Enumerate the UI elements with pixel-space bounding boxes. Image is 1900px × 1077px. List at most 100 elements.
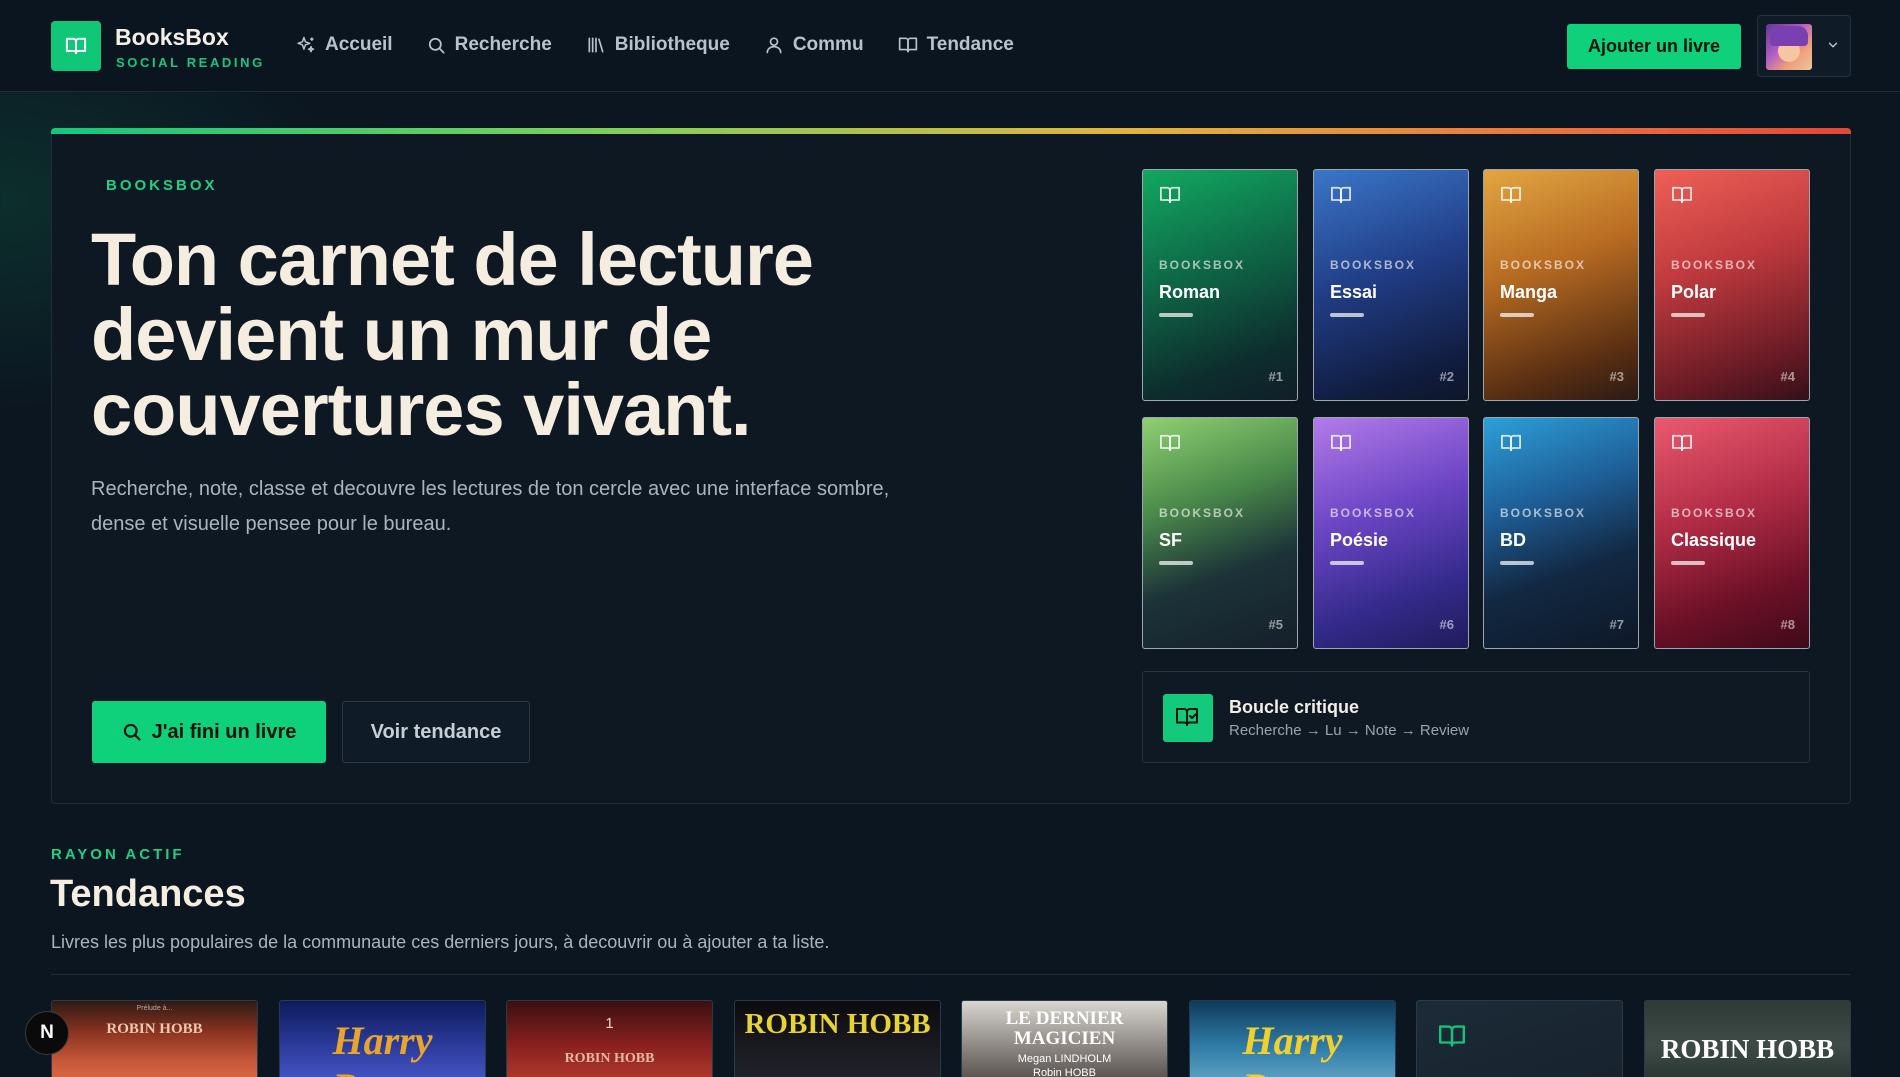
book-card[interactable]: Harry Potter [279, 1000, 486, 1077]
genre-card-manga[interactable]: BOOKSBOX Manga #3 [1483, 169, 1639, 401]
genre-bar [1330, 313, 1364, 317]
book-title: Harry Potter [332, 1018, 433, 1077]
user-icon [766, 37, 782, 54]
genre-number: #1 [1268, 369, 1283, 384]
book-open-icon [1159, 434, 1180, 452]
section-title: Tendances [50, 873, 246, 915]
hero-headline: Ton carnet de lecture devient un mur de … [91, 218, 814, 451]
genre-title: BD [1500, 530, 1526, 550]
genre-number: #8 [1780, 617, 1795, 632]
book-author: ROBIN HOBB [106, 1021, 203, 1037]
book-card[interactable]: ROBIN HOBB [1644, 1000, 1851, 1077]
genre-bar [1159, 313, 1193, 317]
genre-card-essai[interactable]: BOOKSBOX Essai #2 [1313, 169, 1469, 401]
genre-number: #7 [1609, 617, 1624, 632]
see-trending-button[interactable]: Voir tendance [342, 701, 530, 763]
genre-kicker: BOOKSBOX [1159, 506, 1246, 520]
avatar[interactable] [1766, 24, 1812, 70]
genre-number: #3 [1609, 369, 1624, 384]
dev-indicator-badge[interactable]: N [25, 1011, 69, 1055]
section-description: Livres les plus populaires de la communa… [51, 932, 830, 952]
book-card[interactable]: LE DERNIER MAGICIEN Megan LINDHOLM Robin… [961, 1000, 1168, 1077]
book-open-icon [1500, 434, 1521, 452]
genre-bar [1159, 561, 1193, 565]
genre-bar [1500, 313, 1534, 317]
genre-bar [1671, 313, 1705, 317]
user-menu[interactable] [1757, 15, 1851, 77]
genre-title: Essai [1330, 282, 1378, 302]
genre-bar [1671, 561, 1705, 565]
genre-bar [1330, 561, 1364, 565]
genre-kicker: BOOKSBOX [1330, 258, 1417, 272]
hero-eyebrow: BOOKSBOX [106, 177, 218, 194]
hero-lede: Recherche, note, classe et decouvre les … [91, 478, 890, 535]
book-card[interactable]: 1 ROBIN HOBB [506, 1000, 713, 1077]
book-author: Megan LINDHOLM [1017, 1053, 1112, 1065]
genre-card-sf[interactable]: BOOKSBOX SF #5 [1142, 417, 1298, 649]
book-extra: 1 [605, 1015, 614, 1032]
genre-kicker: BOOKSBOX [1159, 258, 1246, 272]
nav-label: Accueil [325, 34, 393, 55]
book-card[interactable]: Prélude à... ROBIN HOBB [51, 1000, 258, 1077]
book-card[interactable] [1416, 1000, 1623, 1077]
genre-card-polar[interactable]: BOOKSBOX Polar #4 [1654, 169, 1810, 401]
loop-subtitle: Recherche → Lu → Note → Review [1229, 722, 1470, 739]
finished-book-button[interactable]: J'ai fini un livre [92, 701, 326, 763]
book-open-icon [1330, 434, 1351, 452]
nav-item-accueil[interactable]: Accueil [296, 34, 393, 56]
genre-title: SF [1159, 530, 1183, 550]
book-open-icon [1330, 186, 1351, 204]
hero-accent-stripe [51, 128, 1851, 134]
genre-title: Poésie [1330, 530, 1389, 550]
genre-card-poesie[interactable]: BOOKSBOX Poésie #6 [1313, 417, 1469, 649]
book-author: ROBIN HOBB [564, 1051, 655, 1066]
brand-tagline: SOCIAL READING [116, 55, 265, 70]
genre-number: #2 [1439, 369, 1454, 384]
logo-book-icon[interactable] [51, 21, 101, 71]
section-divider [51, 974, 1851, 975]
book-open-icon [1159, 186, 1180, 204]
genre-title: Manga [1500, 282, 1558, 302]
book-open-icon [1500, 186, 1521, 204]
genre-kicker: BOOKSBOX [1330, 506, 1417, 520]
book-extra: Prélude à... [136, 1005, 173, 1012]
genre-number: #5 [1268, 617, 1283, 632]
nav-item-tendance[interactable]: Tendance [898, 34, 1014, 56]
add-book-button[interactable]: Ajouter un livre [1567, 24, 1741, 69]
book-author: ROBIN HOBB [1660, 1034, 1835, 1064]
nav-item-bibliotheque[interactable]: Bibliotheque [586, 34, 730, 56]
nav-label: Tendance [926, 34, 1014, 55]
book-author: ROBIN HOBB [744, 1008, 931, 1040]
critical-loop-panel: Boucle critique Recherche → Lu → Note → … [1142, 671, 1810, 763]
nav-item-commu[interactable]: Commu [764, 34, 864, 56]
genre-number: #6 [1439, 617, 1454, 632]
search-icon [123, 723, 141, 741]
genre-bar [1500, 561, 1534, 565]
genre-kicker: BOOKSBOX [1500, 506, 1587, 520]
nav-label: Bibliotheque [614, 34, 730, 55]
book-open-icon [1438, 1025, 1465, 1047]
genre-title: Roman [1159, 282, 1221, 302]
genre-number: #4 [1780, 369, 1795, 384]
top-bar: BooksBox SOCIAL READING Accueil Recherch… [0, 0, 1900, 92]
brand-name[interactable]: BooksBox [115, 24, 229, 51]
chevron-down-icon [1828, 42, 1838, 48]
main-nav: Accueil Recherche Bibliotheque Commu Ten… [296, 34, 1048, 56]
genre-kicker: BOOKSBOX [1500, 258, 1587, 272]
genre-card-roman[interactable]: BOOKSBOX Roman #1 [1142, 169, 1298, 401]
book-extra: Robin HOBB [1033, 1067, 1096, 1077]
genre-kicker: BOOKSBOX [1671, 506, 1758, 520]
book-card[interactable]: ROBIN HOBB [734, 1000, 941, 1077]
book-card[interactable]: Harry Potter [1189, 1000, 1396, 1077]
nav-label: Commu [792, 34, 864, 55]
library-icon [588, 37, 604, 53]
nav-label: Recherche [454, 34, 552, 55]
finished-book-label: J'ai fini un livre [151, 720, 297, 743]
genre-card-bd[interactable]: BOOKSBOX BD #7 [1483, 417, 1639, 649]
section-eyebrow: RAYON ACTIF [51, 846, 185, 863]
book-open-icon [1671, 186, 1692, 204]
book-open-icon [898, 37, 917, 53]
genre-title: Polar [1671, 282, 1717, 302]
nav-item-recherche[interactable]: Recherche [427, 34, 552, 56]
genre-card-classique[interactable]: BOOKSBOX Classique #8 [1654, 417, 1810, 649]
